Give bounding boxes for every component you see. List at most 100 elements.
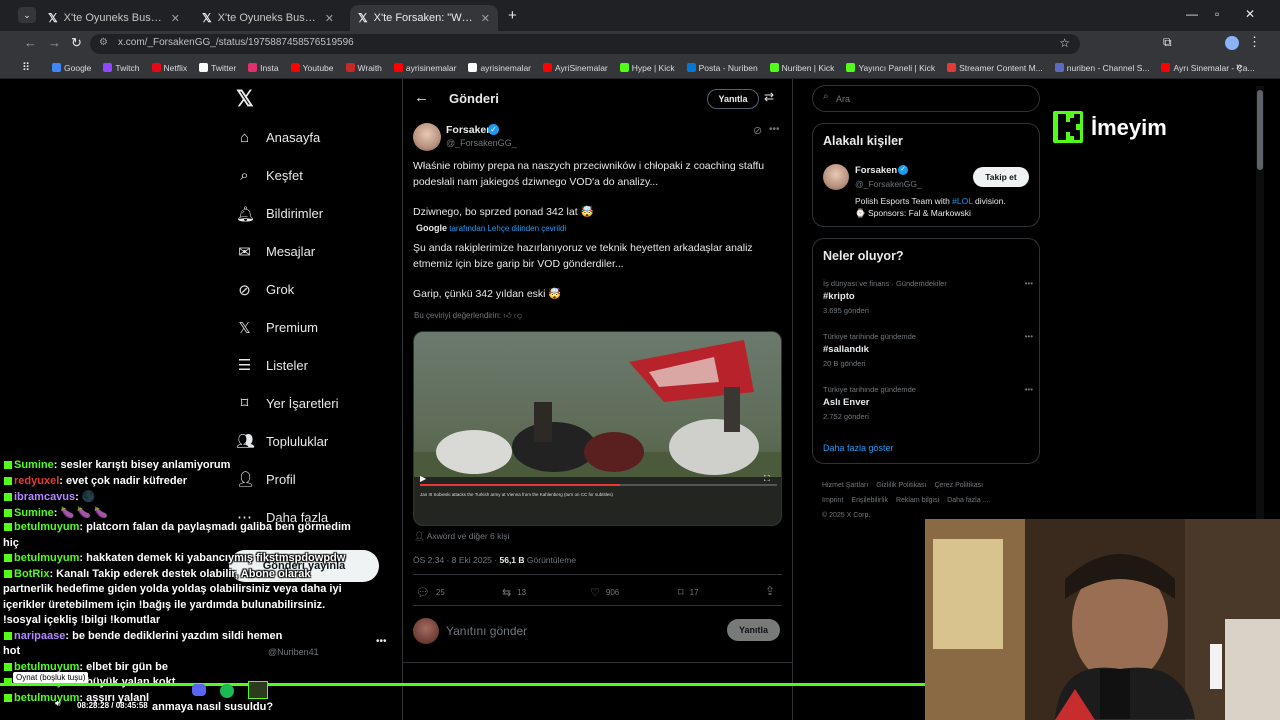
chat-text: : sesler karıştı bisey anlamiyorum [53, 459, 231, 471]
sidebar-item[interactable]: 👥︎ Topluluklar [236, 432, 328, 450]
bookmark-item[interactable]: Insta [242, 63, 284, 73]
reply-submit-button[interactable]: Yanıtla [727, 619, 780, 641]
bookmark-action[interactable]: ⌑ 17 [678, 586, 699, 599]
bookmark-item[interactable]: Youtube [285, 63, 340, 73]
sidebar-item[interactable]: 𝕏 Premium [236, 319, 318, 337]
author-avatar[interactable] [413, 123, 441, 151]
browser-tab[interactable]: 𝕏 X'te Oyuneks Bushido Wildcat: ✕ [40, 5, 188, 31]
apps-icon[interactable]: ⠿ [22, 61, 30, 74]
bookmark-item[interactable]: Google [46, 63, 97, 73]
follow-button[interactable]: Takip et [973, 167, 1029, 187]
bio-hashtag[interactable]: #LOL [952, 196, 972, 206]
maximize-icon[interactable]: ▫ [1215, 7, 1219, 21]
thumbs-down-icon[interactable]: 👎︎ [514, 311, 522, 320]
trend-more-icon[interactable]: ••• [1025, 332, 1033, 341]
video-player[interactable]: Jan III Sobieski attacks the Turkish arm… [413, 331, 782, 526]
bookmark-item[interactable]: ayrisinemalar [462, 63, 537, 73]
translated-note[interactable]: tarafından Lehçe dilinden çevrildi [449, 224, 566, 233]
site-info-icon[interactable]: ⚙ [99, 37, 108, 48]
author-handle[interactable]: @_ForsakenGG_ [446, 138, 517, 148]
trend-item[interactable]: İş dünyası ve finans · Gündemdekiler #kri… [823, 279, 1033, 315]
player-progress-bar[interactable] [0, 683, 925, 686]
extensions-icon[interactable]: ⧉ [1163, 35, 1172, 50]
reply-action[interactable]: 💬︎ 25 [416, 586, 445, 599]
close-window-icon[interactable]: ✕ [1245, 7, 1255, 21]
browser-tab[interactable]: 𝕏 X'te Oyuneks Bushido Wildcat: ✕ [194, 5, 342, 31]
sidebar-item[interactable]: ⌂ Anasayfa [236, 129, 320, 146]
reload-icon[interactable]: ↻ [71, 35, 82, 51]
sidebar-item[interactable]: ✉ Mesajlar [236, 243, 315, 261]
trend-more-icon[interactable]: ••• [1025, 385, 1033, 394]
author-name[interactable]: Forsaken [446, 124, 493, 136]
bookmark-item[interactable]: Wraith [340, 63, 388, 73]
search-box[interactable]: ⌕ Ara [812, 85, 1040, 112]
sidebar-item[interactable]: ⊘ Grok [236, 281, 294, 299]
bookmark-item[interactable]: Ayrı Sinemalar - Ça... [1155, 63, 1260, 73]
close-icon[interactable]: ✕ [171, 12, 180, 25]
back-arrow-icon[interactable]: ← [414, 89, 429, 106]
trend-item[interactable]: Türkiye tarihinde gündemde Aslı Enver 2.75… [823, 385, 1033, 421]
show-more-link[interactable]: Daha fazla göster [823, 443, 894, 453]
sidebar-item[interactable]: ⌑ Yer İşaretleri [236, 394, 339, 412]
spotify-icon[interactable] [220, 684, 234, 698]
tagged-people[interactable]: 👤︎ Axword ve diğer 6 kişi [414, 531, 509, 542]
bookmark-item[interactable]: Streamer Content M... [941, 63, 1049, 73]
sidebar-item[interactable]: ⌕ Keşfet [236, 167, 303, 184]
bookmark-item[interactable]: Yayıncı Paneli | Kick [840, 63, 941, 73]
video-play-icon[interactable]: ▶ [420, 474, 426, 483]
sidebar-item[interactable]: ☰ Listeler [236, 356, 308, 374]
reply-top-button[interactable]: Yanıtla [707, 89, 759, 109]
bookmark-item[interactable]: Twitch [97, 63, 145, 73]
bookmark-item[interactable]: Netflix [146, 63, 194, 73]
trend-more-icon[interactable]: ••• [1025, 279, 1033, 288]
footer-link[interactable]: Hizmet Şartları [822, 482, 868, 489]
close-icon[interactable]: ✕ [481, 12, 490, 25]
chevron-right-icon[interactable]: » [1236, 61, 1242, 73]
scrollbar-thumb[interactable] [1257, 90, 1263, 170]
tab-search-button[interactable]: ⌄ [18, 7, 36, 23]
thumbs-up-icon[interactable]: 👍︎ [503, 311, 511, 320]
bookmark-item[interactable]: Posta - Nuriben [681, 63, 764, 73]
bookmark-item[interactable]: Hype | Kick [614, 63, 681, 73]
back-icon[interactable]: ← [24, 35, 37, 50]
x-home-logo[interactable]: 𝕏 [236, 86, 254, 112]
repost-action[interactable]: ⇆ 13 [502, 586, 526, 599]
bookmark-item[interactable]: nuriben - Channel S... [1049, 63, 1156, 73]
settings-sliders-icon[interactable]: ⇄ [764, 90, 774, 104]
bookmark-item[interactable]: AyriSinemalar [537, 63, 614, 73]
profile-icon[interactable] [1225, 36, 1239, 50]
close-icon[interactable]: ✕ [325, 12, 334, 25]
footer-link[interactable]: Reklam bilgisi [896, 497, 939, 504]
footer-link[interactable]: Gizlilik Politikası [876, 482, 926, 489]
bookmark-item[interactable]: Twitter [193, 63, 242, 73]
sidebar-item[interactable]: 🔔︎ Bildirimler [236, 205, 323, 223]
browser-tab-active[interactable]: 𝕏 X'te Forsaken: "Właśnie robimy ✕ [350, 5, 498, 31]
grok-icon[interactable]: ⊘ [753, 124, 762, 137]
app-tile-icon[interactable] [248, 681, 268, 699]
post-timestamp[interactable]: ÖS 2:34 · 8 Eki 2025 · [413, 555, 497, 565]
footer-link[interactable]: Çerez Politikası [934, 482, 983, 489]
related-name[interactable]: Forsaken [855, 165, 897, 176]
fullscreen-icon[interactable]: ⛶ [764, 474, 770, 484]
forward-icon[interactable]: → [48, 35, 61, 50]
volume-icon[interactable]: 🔊︎ [55, 698, 61, 709]
menu-icon[interactable]: ⋮ [1248, 34, 1261, 50]
like-action[interactable]: ♡ 906 [590, 586, 619, 599]
post-more-icon[interactable]: ••• [769, 124, 780, 135]
sidebar-item[interactable]: 👤︎ Profil [236, 470, 296, 488]
address-bar[interactable]: ⚙ x.com/_ForsakenGG_/status/197588745857… [90, 34, 1080, 54]
share-icon[interactable]: ⇪ [765, 584, 775, 598]
footer-link[interactable]: Erişilebilirlik [851, 497, 888, 504]
account-more-icon[interactable]: ••• [376, 636, 387, 647]
minimize-icon[interactable]: — [1186, 7, 1198, 21]
bookmark-item[interactable]: ayrisinemalar [388, 63, 463, 73]
related-avatar[interactable] [823, 164, 849, 190]
footer-link[interactable]: Daha fazla ... [947, 497, 988, 504]
new-tab-icon[interactable]: + [508, 7, 517, 24]
reply-input[interactable]: Yanıtını gönder [446, 624, 527, 638]
star-icon[interactable]: ☆ [1059, 36, 1070, 50]
footer-link[interactable]: Imprint [822, 497, 843, 504]
discord-icon[interactable] [192, 684, 206, 696]
trend-item[interactable]: Türkiye tarihinde gündemde #sallandık 20 B… [823, 332, 1033, 368]
bookmark-item[interactable]: Nuriben | Kick [764, 63, 841, 73]
